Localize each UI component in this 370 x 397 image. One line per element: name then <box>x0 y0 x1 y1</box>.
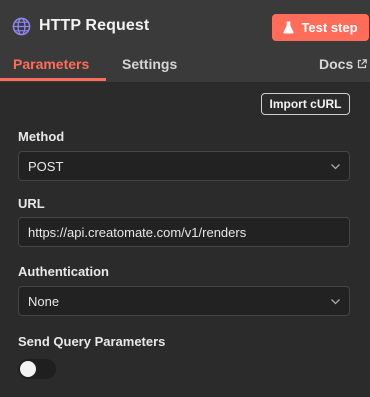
node-title: HTTP Request <box>39 17 150 34</box>
authentication-value: None <box>28 293 60 309</box>
docs-label: Docs <box>319 56 354 72</box>
toggle-knob <box>20 361 36 377</box>
chevron-down-icon <box>331 164 340 170</box>
panel-header: HTTP Request Test step Parameters Settin… <box>0 0 370 82</box>
method-value: POST <box>28 158 64 174</box>
test-step-button[interactable]: Test step <box>272 14 369 41</box>
tab-parameters[interactable]: Parameters <box>13 56 89 72</box>
test-step-label: Test step <box>301 20 358 35</box>
node-settings-panel: HTTP Request Test step Parameters Settin… <box>0 0 370 397</box>
globe-icon <box>12 17 31 36</box>
method-select[interactable]: POST <box>18 151 350 181</box>
chevron-down-icon <box>331 299 340 305</box>
send-query-parameters-label: Send Query Parameters <box>18 334 166 349</box>
active-tab-indicator <box>0 78 106 81</box>
authentication-label: Authentication <box>18 264 109 279</box>
tab-settings[interactable]: Settings <box>122 56 177 72</box>
url-input[interactable]: https://api.creatomate.com/v1/renders <box>18 217 350 247</box>
import-curl-button[interactable]: Import cURL <box>261 93 350 115</box>
send-query-parameters-toggle[interactable] <box>18 359 56 379</box>
url-label: URL <box>18 196 45 211</box>
flask-icon <box>283 21 295 34</box>
authentication-select[interactable]: None <box>18 286 350 316</box>
external-link-icon <box>358 59 368 69</box>
method-label: Method <box>18 129 65 144</box>
docs-link[interactable]: Docs <box>319 56 368 72</box>
url-value: https://api.creatomate.com/v1/renders <box>28 224 247 240</box>
